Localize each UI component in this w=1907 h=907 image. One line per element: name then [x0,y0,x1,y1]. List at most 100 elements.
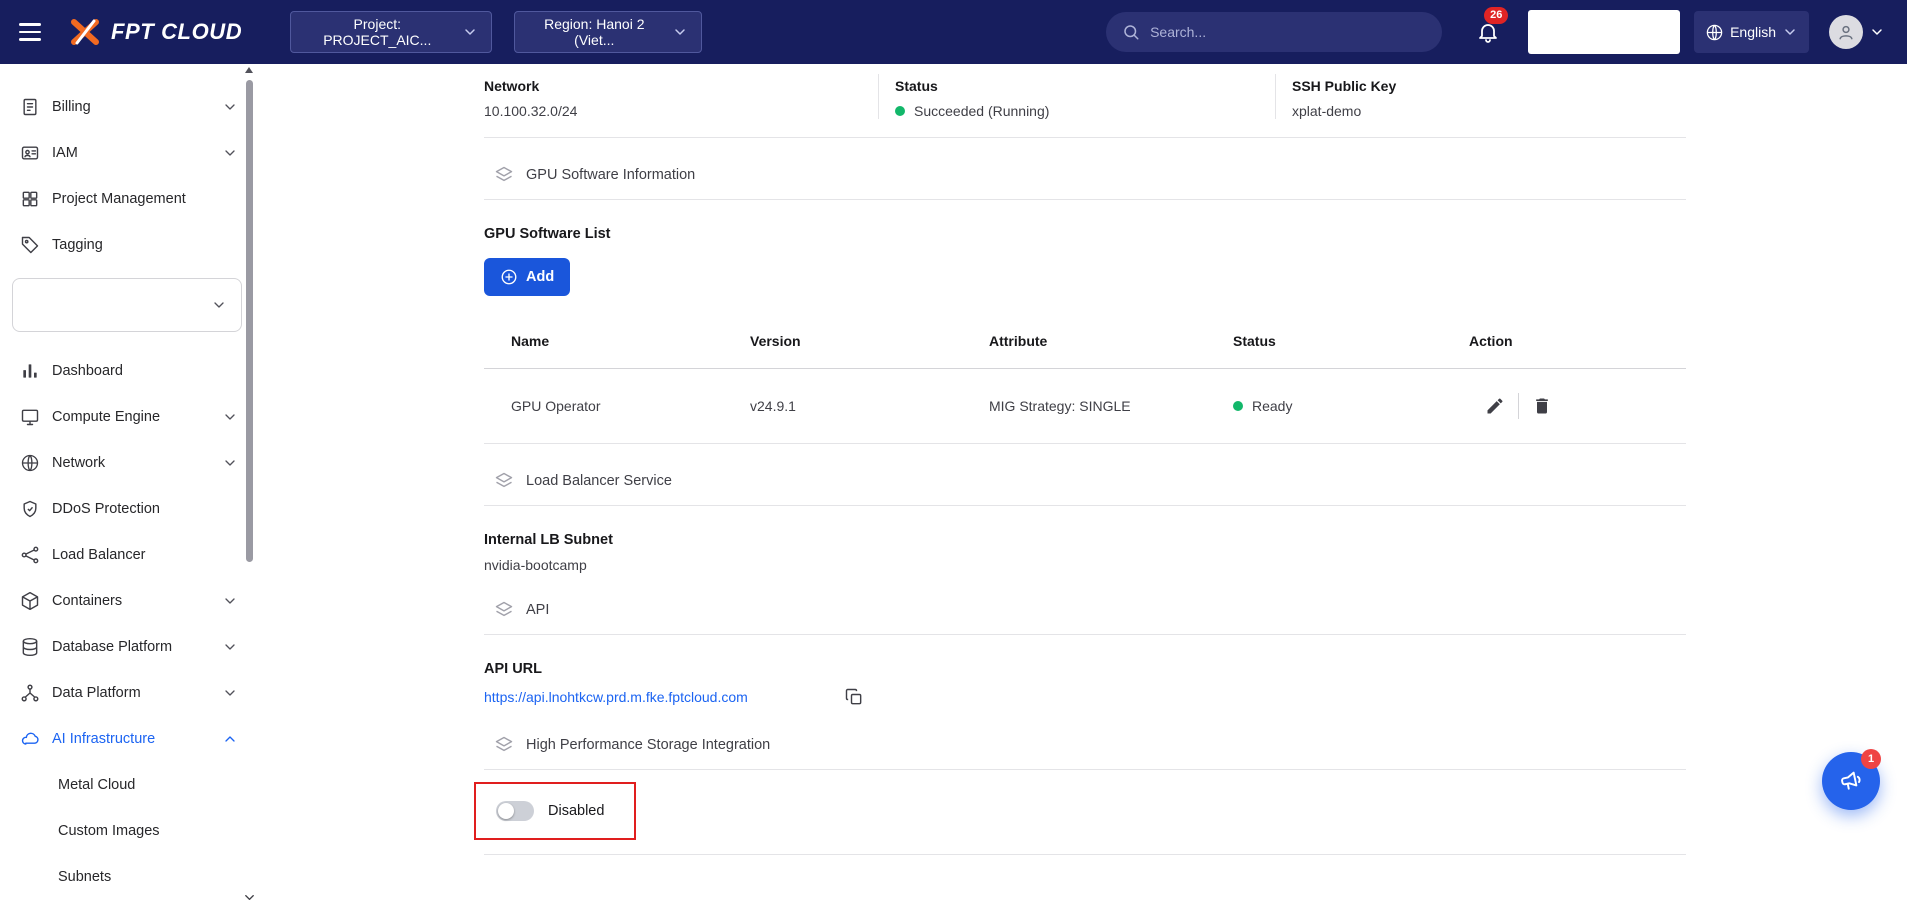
pencil-icon [1485,396,1505,416]
status-value: Succeeded (Running) [895,103,1275,119]
dashboard-icon [20,361,40,381]
compute-engine-icon [20,407,40,427]
sidebar-item-network[interactable]: Network [0,440,256,486]
notification-badge: 26 [1484,7,1508,24]
search-bar[interactable] [1106,12,1442,52]
topbar: FPT CLOUD Project: PROJECT_AIC... Region… [0,0,1907,64]
sidebar-item-subnets[interactable]: Subnets [0,854,256,900]
status-label: Status [895,78,1275,94]
sidebar-item-billing[interactable]: Billing [0,84,256,130]
storage-toggle-switch[interactable] [496,801,534,821]
region-selector[interactable]: Region: Hanoi 2 (Viet... [514,11,702,53]
sidebar-select[interactable] [12,278,242,332]
cloud-icon [20,729,40,749]
menu-button[interactable] [0,0,60,64]
chevron-down-icon [222,145,238,161]
announcements-fab[interactable]: 1 [1822,752,1880,810]
storage-toggle-label: Disabled [548,803,604,819]
sidebar-scrollbar[interactable] [244,64,255,907]
project-selector[interactable]: Project: PROJECT_AIC... [290,11,492,53]
sidebar-item-ai-infrastructure[interactable]: AI Infrastructure [0,716,256,762]
column-header-name: Name [484,314,750,369]
fpt-logo-icon [68,18,102,46]
notifications-button[interactable]: 26 [1470,14,1506,50]
api-url-row: https://api.lnohtkcw.prd.m.fke.fptcloud.… [484,677,1686,708]
network-label: Network [484,78,878,94]
section-gpu-software-information: GPU Software Information [484,138,1686,200]
search-icon [1122,23,1140,41]
ssh-key-value: xplat-demo [1292,103,1686,119]
hamburger-icon [19,23,41,26]
chevron-up-icon [222,731,238,747]
status-dot [895,106,905,116]
sidebar-item-dashboard[interactable]: Dashboard [0,348,256,394]
chevron-down-icon [222,639,238,655]
sidebar-item-data-platform[interactable]: Data Platform [0,670,256,716]
cell-name: GPU Operator [484,369,750,444]
tag-icon [20,235,40,255]
content-bottom-divider [484,854,1686,855]
chevron-down-icon [211,297,227,313]
language-selector[interactable]: English [1694,11,1809,53]
data-platform-icon [20,683,40,703]
sidebar-item-ddos-protection[interactable]: DDoS Protection [0,486,256,532]
user-menu[interactable] [1829,15,1885,49]
sidebar-item-database-platform[interactable]: Database Platform [0,624,256,670]
toggle-knob [498,803,514,819]
section-api: API [484,573,1686,635]
delete-button[interactable] [1530,394,1554,418]
iam-icon [20,143,40,163]
fab-badge: 1 [1861,749,1881,769]
api-url-link[interactable]: https://api.lnohtkcw.prd.m.fke.fptcloud.… [484,686,748,708]
sidebar-item-iam[interactable]: IAM [0,130,256,176]
person-icon [1836,22,1856,42]
table-header-row: Name Version Attribute Status Action [484,314,1686,369]
column-header-action: Action [1469,314,1686,369]
sidebar-item-project-management[interactable]: Project Management [0,176,256,222]
column-header-version: Version [750,314,989,369]
scrollbar-thumb[interactable] [246,80,253,562]
copy-button[interactable] [844,687,864,707]
load-balancer-icon [20,545,40,565]
add-button[interactable]: Add [484,258,570,296]
chevron-down-icon [222,409,238,425]
language-label: English [1730,24,1776,40]
sidebar-item-containers[interactable]: Containers [0,578,256,624]
globe-icon [1705,23,1724,42]
gpu-software-table: Name Version Attribute Status Action GPU… [484,314,1686,444]
search-input[interactable] [1150,24,1426,40]
sidebar-item-load-balancer[interactable]: Load Balancer [0,532,256,578]
gpu-software-list-label: GPU Software List [484,226,1686,242]
trash-icon [1532,396,1552,416]
cell-status: Ready [1233,369,1469,444]
database-icon [20,637,40,657]
storage-toggle-highlight-box: Disabled [474,782,636,840]
scroll-up-arrow-icon[interactable] [245,67,253,73]
shield-icon [20,499,40,519]
brand-text: FPT CLOUD [111,19,242,45]
sidebar-item-metal-cloud[interactable]: Metal Cloud [0,762,256,808]
action-divider [1518,393,1519,419]
sidebar-item-custom-images[interactable]: Custom Images [0,808,256,854]
copy-icon [844,687,864,707]
layers-icon [494,735,514,755]
section-title: GPU Software Information [526,167,695,183]
cell-action [1469,369,1686,444]
main-content: Network 10.100.32.0/24 Status Succeeded … [256,64,1907,907]
region-selector-label: Region: Hanoi 2 (Viet... [528,16,660,48]
section-title: High Performance Storage Integration [526,737,770,753]
sidebar-item-compute-engine[interactable]: Compute Engine [0,394,256,440]
billing-icon [20,97,40,117]
plus-circle-icon [500,268,518,286]
sidebar-item-tagging[interactable]: Tagging [0,222,256,268]
brand-logo[interactable]: FPT CLOUD [68,18,242,46]
table-row: GPU Operator v24.9.1 MIG Strategy: SINGL… [484,369,1686,444]
chevron-down-icon [1869,24,1885,40]
column-header-status: Status [1233,314,1469,369]
project-selector-label: Project: PROJECT_AIC... [304,16,450,48]
chevron-down-icon [222,455,238,471]
scroll-down-chevron-icon[interactable] [242,890,257,905]
edit-button[interactable] [1483,394,1507,418]
section-title: API [526,602,549,618]
network-value: 10.100.32.0/24 [484,103,878,119]
